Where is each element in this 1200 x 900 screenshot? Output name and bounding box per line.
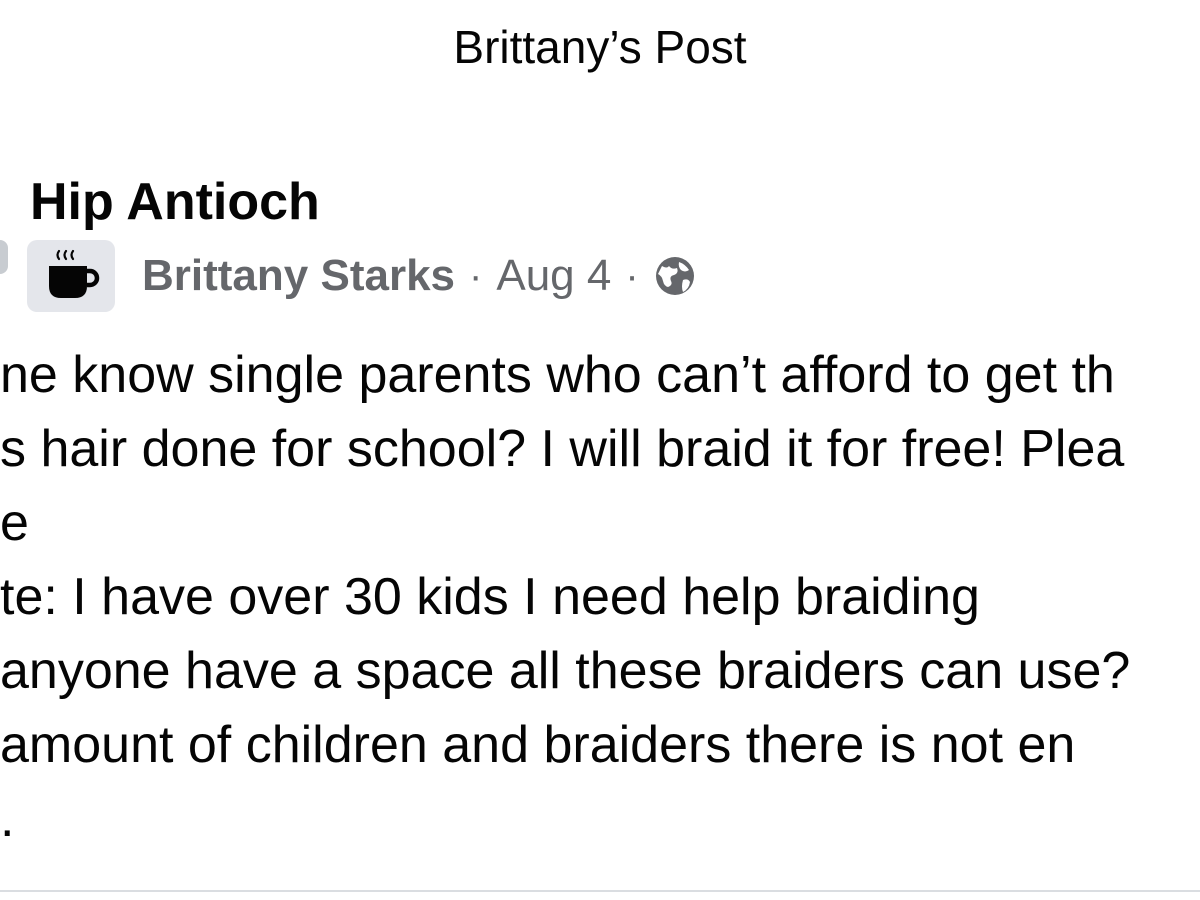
- author-avatar[interactable]: [27, 240, 115, 312]
- post-meta: Brittany Starks · Aug 4 ·: [142, 251, 697, 301]
- post-page: Brittany’s Post Hip Antioch Brittany Sta…: [0, 0, 1200, 900]
- post-divider: [0, 890, 1200, 892]
- post-text-line: anyone have a space all these braiders c…: [0, 642, 1131, 700]
- globe-icon: [653, 254, 697, 298]
- post-body-text: ne know single parents who can’t afford …: [0, 338, 1200, 858]
- post-text-line: ne know single parents who can’t afford …: [0, 346, 1115, 404]
- group-avatar-edge[interactable]: [0, 240, 8, 274]
- post-date[interactable]: Aug 4: [496, 251, 611, 301]
- post-text-line: e: [0, 494, 29, 552]
- meta-separator: ·: [625, 253, 639, 298]
- author-name-link[interactable]: Brittany Starks: [142, 251, 455, 301]
- post-author-row: Brittany Starks · Aug 4 ·: [27, 240, 697, 312]
- group-name-link[interactable]: Hip Antioch: [30, 172, 320, 232]
- post-text-line: s hair done for school? I will braid it …: [0, 420, 1125, 478]
- coffee-cup-icon: [41, 246, 101, 307]
- post-text-line: .: [0, 790, 15, 848]
- page-title: Brittany’s Post: [453, 21, 747, 73]
- post-text-line: amount of children and braiders there is…: [0, 716, 1076, 774]
- post-text-line: te: I have over 30 kids I need help brai…: [0, 568, 980, 626]
- meta-separator: ·: [469, 253, 483, 298]
